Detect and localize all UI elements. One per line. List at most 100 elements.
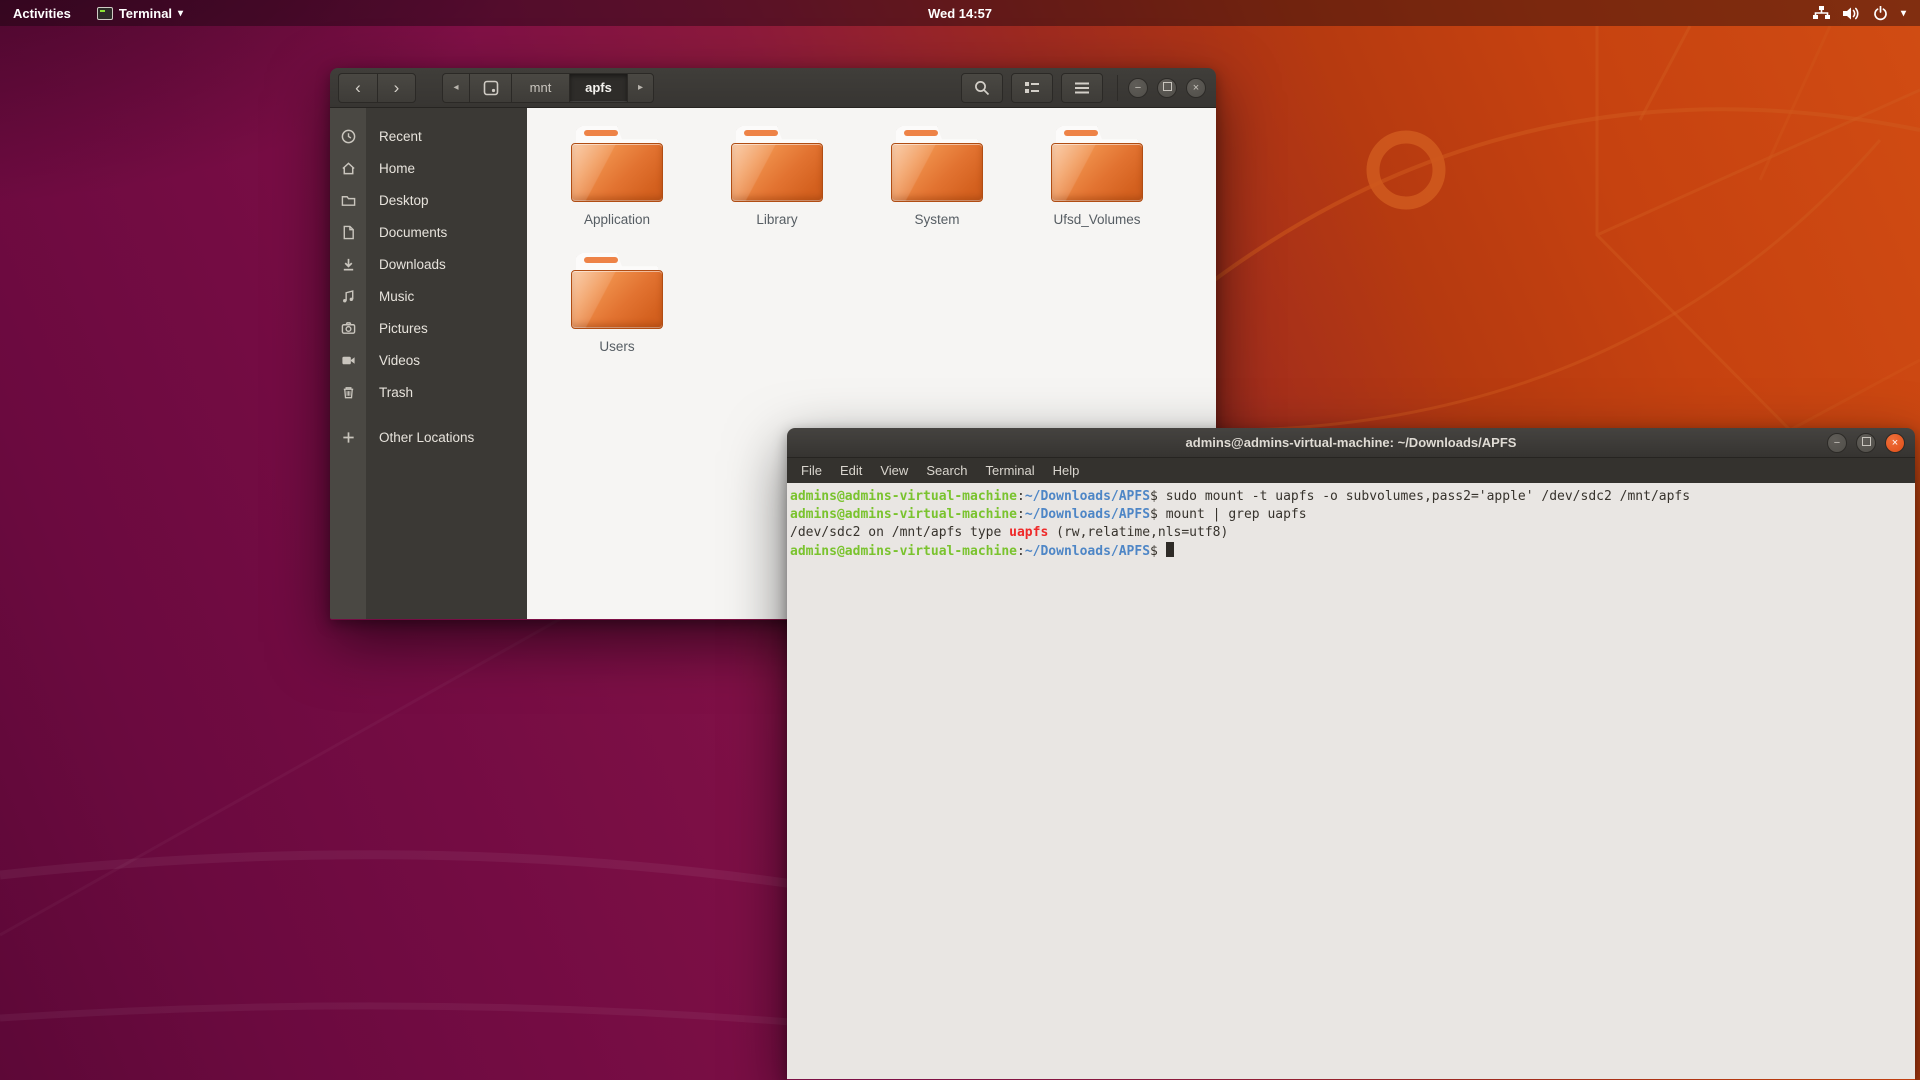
home-icon (330, 161, 366, 176)
sidebar-item-label: Music (379, 289, 414, 304)
path-scroll-right-button[interactable]: ▸ (627, 73, 654, 103)
search-button[interactable] (961, 73, 1003, 103)
folder-icon (891, 126, 983, 202)
folder-icon (330, 193, 366, 208)
top-bar: Activities Terminal ▾ Wed 14:57 (0, 0, 1920, 26)
close-icon: × (1193, 82, 1199, 94)
clock-button[interactable]: Wed 14:57 (918, 0, 1002, 26)
terminal-line: admins@admins-virtual-machine:~/Download… (790, 542, 1915, 561)
files-sidebar: Recent Home Desktop Documents Downloads Music… (330, 108, 527, 619)
forward-button[interactable]: › (377, 73, 416, 103)
sidebar-item-recent[interactable]: Recent (330, 120, 527, 152)
sidebar-item-label: Documents (379, 225, 447, 240)
folder-item-application[interactable]: Application (537, 122, 697, 249)
files-maximize-button[interactable] (1157, 78, 1177, 98)
activities-label: Activities (13, 6, 71, 21)
path-segment-mnt[interactable]: mnt (511, 73, 569, 103)
activities-button[interactable]: Activities (0, 0, 84, 26)
sidebar-item-label: Home (379, 161, 415, 176)
terminal-title: admins@admins-virtual-machine: ~/Downloa… (1186, 435, 1517, 450)
video-icon (330, 353, 366, 368)
back-icon: ‹ (355, 78, 361, 98)
sidebar-item-desktop[interactable]: Desktop (330, 184, 527, 216)
terminal-titlebar[interactable]: admins@admins-virtual-machine: ~/Downloa… (787, 428, 1915, 458)
terminal-menu-terminal[interactable]: Terminal (977, 458, 1044, 483)
path-bar: ◂ mnt apfs ▸ (442, 73, 654, 103)
folder-icon (571, 253, 663, 329)
terminal-menu-view[interactable]: View (871, 458, 917, 483)
terminal-menu-edit[interactable]: Edit (831, 458, 871, 483)
folder-name-label: Users (599, 339, 634, 354)
terminal-app-icon (97, 7, 113, 20)
headerbar-separator (1117, 75, 1118, 101)
terminal-maximize-button[interactable] (1856, 433, 1876, 453)
folder-name-label: Ufsd_Volumes (1053, 212, 1140, 227)
download-icon (330, 257, 366, 272)
system-status-area[interactable]: ▾ (1805, 0, 1914, 26)
folder-name-label: Library (756, 212, 797, 227)
folder-item-library[interactable]: Library (697, 122, 857, 249)
folder-item-users[interactable]: Users (537, 249, 697, 376)
plus-icon (330, 430, 366, 445)
sidebar-item-home[interactable]: Home (330, 152, 527, 184)
path-next-icon: ▸ (638, 82, 643, 93)
close-icon: × (1892, 437, 1898, 449)
folder-name-label: Application (584, 212, 650, 227)
sidebar-item-label: Desktop (379, 193, 429, 208)
path-segment-apfs[interactable]: apfs (569, 73, 627, 103)
desktop: Activities Terminal ▾ Wed 14:57 (0, 0, 1920, 1080)
path-prev-icon: ◂ (453, 82, 458, 93)
chevron-down-icon: ▾ (178, 8, 183, 19)
trash-icon (330, 385, 366, 400)
terminal-window: admins@admins-virtual-machine: ~/Downloa… (787, 428, 1915, 1080)
files-close-button[interactable]: × (1186, 78, 1206, 98)
path-segment-label: apfs (585, 80, 612, 95)
forward-icon: › (394, 78, 400, 98)
terminal-menu-file[interactable]: File (792, 458, 831, 483)
document-icon (330, 225, 366, 240)
hamburger-menu-icon (1074, 82, 1090, 94)
path-segment-label: mnt (530, 80, 552, 95)
chevron-down-icon: ▾ (1901, 8, 1906, 19)
sidebar-item-downloads[interactable]: Downloads (330, 248, 527, 280)
sidebar-item-videos[interactable]: Videos (330, 344, 527, 376)
sidebar-item-label: Videos (379, 353, 420, 368)
path-scroll-left-button[interactable]: ◂ (442, 73, 469, 103)
sidebar-item-label: Trash (379, 385, 413, 400)
files-headerbar[interactable]: ‹ › ◂ mnt apfs ▸ (330, 68, 1216, 108)
maximize-icon (1163, 82, 1172, 91)
harddisk-icon (483, 80, 499, 96)
files-minimize-button[interactable]: − (1128, 78, 1148, 98)
terminal-line: admins@admins-virtual-machine:~/Download… (790, 488, 1915, 506)
terminal-text-area[interactable]: admins@admins-virtual-machine:~/Download… (787, 483, 1915, 1079)
camera-icon (330, 321, 366, 336)
terminal-close-button[interactable]: × (1885, 433, 1905, 453)
app-menu-label: Terminal (119, 6, 172, 21)
sidebar-item-label: Downloads (379, 257, 446, 272)
folder-item-system[interactable]: System (857, 122, 1017, 249)
terminal-line: admins@admins-virtual-machine:~/Download… (790, 506, 1915, 524)
terminal-menu-search[interactable]: Search (917, 458, 976, 483)
folder-icon (731, 126, 823, 202)
power-icon (1873, 6, 1888, 21)
terminal-menu-help[interactable]: Help (1044, 458, 1089, 483)
minimize-icon: − (1135, 82, 1141, 94)
sidebar-item-label: Recent (379, 129, 422, 144)
terminal-minimize-button[interactable]: − (1827, 433, 1847, 453)
sidebar-item-trash[interactable]: Trash (330, 376, 527, 408)
window-menu-button[interactable] (1061, 73, 1103, 103)
sidebar-item-music[interactable]: Music (330, 280, 527, 312)
app-menu-terminal[interactable]: Terminal ▾ (84, 0, 196, 26)
folder-name-label: System (914, 212, 959, 227)
path-root-drive-button[interactable] (469, 73, 511, 103)
terminal-line: /dev/sdc2 on /mnt/apfs type uapfs (rw,re… (790, 524, 1915, 542)
sidebar-item-label: Other Locations (379, 430, 474, 445)
folder-item-ufsd_volumes[interactable]: Ufsd_Volumes (1017, 122, 1177, 249)
sidebar-item-label: Pictures (379, 321, 428, 336)
view-toggle-button[interactable] (1011, 73, 1053, 103)
clock-label: Wed 14:57 (928, 6, 992, 21)
sidebar-item-other-locations[interactable]: Other Locations (330, 421, 527, 453)
back-button[interactable]: ‹ (338, 73, 377, 103)
sidebar-item-documents[interactable]: Documents (330, 216, 527, 248)
sidebar-item-pictures[interactable]: Pictures (330, 312, 527, 344)
